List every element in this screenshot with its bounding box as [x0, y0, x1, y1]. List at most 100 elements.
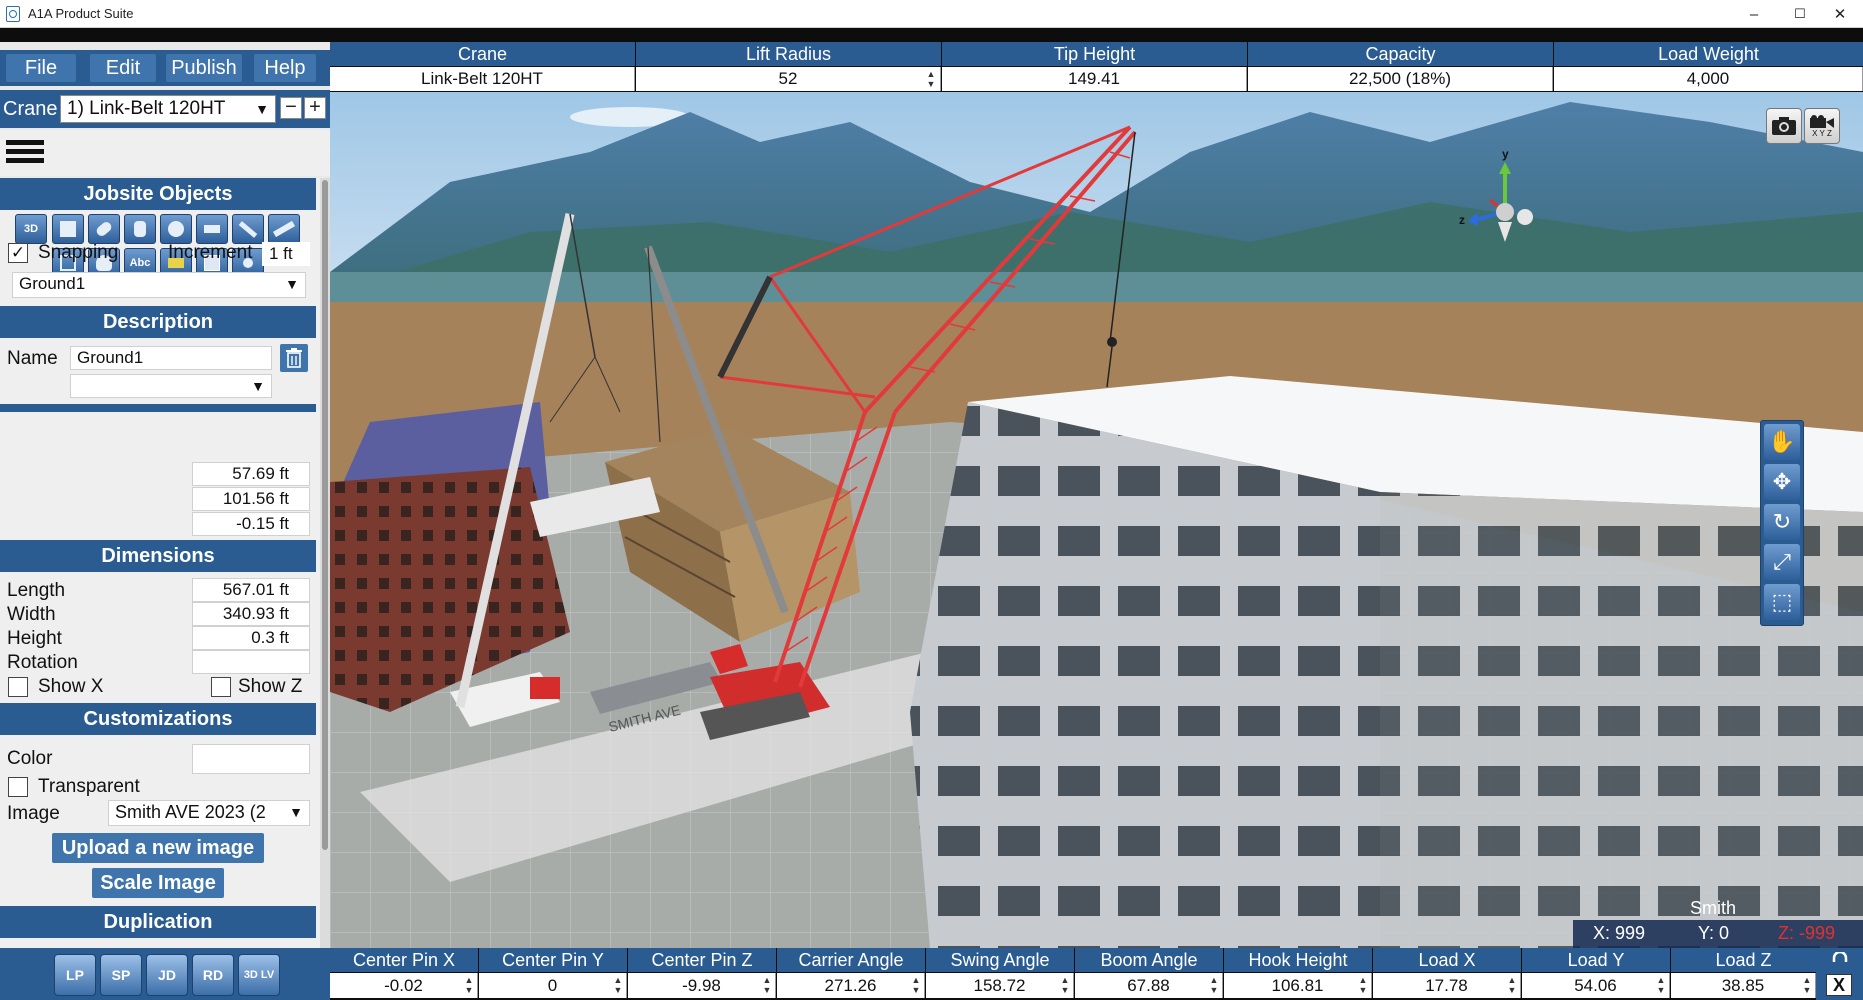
bottom-tools-bar: LP SP JD RD 3D LV [0, 948, 330, 1000]
crane-info-bar: Crane Link-Belt 120HT Lift Radius 52 ▲ ▼ … [330, 42, 1863, 92]
lock-icon [1832, 952, 1848, 962]
customizations-header: Customizations [0, 703, 316, 735]
load-weight-input[interactable]: 4,000 [1554, 67, 1863, 91]
length-field[interactable]: 567.01 ft [192, 578, 310, 602]
crane-position-bar: Center Pin X -0.02 ▲ ▼ Center Pin Y 0 ▲ ▼ Cent… [330, 948, 1816, 1000]
tool-cylinder-horizontal-icon[interactable] [88, 214, 120, 244]
hamburger-menu-icon[interactable] [0, 130, 330, 176]
image-dropdown[interactable]: Smith AVE 2023 (2 ▼ [108, 800, 310, 826]
video-camera-icon[interactable]: X Y Z [1804, 108, 1840, 144]
carrier-angle-header: Carrier Angle [777, 948, 925, 972]
xyz-label: X Y Z [1812, 128, 1832, 138]
load-y-input[interactable]: 54.06 [1522, 973, 1670, 998]
gizmo-y-label: y [1502, 147, 1509, 161]
menu-bar: File Edit Publish Help [0, 50, 330, 86]
lift-radius-input[interactable]: 52 [636, 67, 941, 91]
center-pin-x-stepper[interactable]: ▲ ▼ [462, 975, 476, 995]
lift-radius-stepper[interactable]: ▲ ▼ [924, 69, 938, 89]
app-logo-icon [6, 5, 20, 22]
menu-help[interactable]: Help [254, 54, 316, 82]
load-z-stepper[interactable]: ▲ ▼ [1800, 975, 1814, 995]
properties-panel: Jobsite Objects 3D Abc ✓ Snapping Increm… [0, 178, 320, 948]
tip-height-header: Tip Height [942, 42, 1247, 66]
close-button[interactable]: ✕ [1817, 0, 1863, 28]
scrollbar-thumb[interactable] [322, 180, 328, 850]
menu-file[interactable]: File [6, 54, 76, 82]
capacity-column: Capacity 22,500 (18%) [1248, 42, 1553, 92]
tool-truss-icon[interactable] [268, 214, 300, 244]
center-pin-x-input[interactable]: -0.02 [330, 973, 478, 998]
carrier-angle-input[interactable]: 271.26 [777, 973, 925, 998]
upload-image-button[interactable]: Upload a new image [52, 833, 264, 863]
trash-icon[interactable] [280, 344, 308, 372]
rigging-drawing-button[interactable]: RD [192, 954, 234, 996]
pan-hand-icon[interactable]: ✋ [1764, 424, 1800, 460]
width-field[interactable]: 340.93 ft [192, 602, 310, 626]
name-input[interactable]: Ground1 [70, 346, 272, 370]
zoom-extents-icon[interactable]: ⤢ [1764, 544, 1800, 580]
lift-radius-header: Lift Radius [636, 42, 941, 66]
lock-close-icon: X [1826, 974, 1852, 996]
object-dropdown-value: Ground1 [19, 274, 86, 293]
3d-viewport[interactable]: SMITH AVE y z [330, 92, 1863, 948]
snapping-checkbox[interactable]: ✓ [8, 243, 28, 263]
fit-view-icon[interactable]: ⬚ [1764, 584, 1800, 620]
load-z-input[interactable]: 38.85 [1671, 973, 1816, 998]
job-drawing-button[interactable]: JD [146, 954, 188, 996]
tool-beam-icon[interactable] [232, 214, 264, 244]
lock-button[interactable]: X [1816, 948, 1863, 1000]
swing-angle-input[interactable]: 158.72 [926, 973, 1074, 998]
rotation-label: Rotation [7, 652, 78, 673]
boom-angle-stepper[interactable]: ▲ ▼ [1207, 975, 1221, 995]
move-arrows-icon[interactable]: ✥ [1764, 464, 1800, 500]
scale-image-button[interactable]: Scale Image [92, 868, 224, 898]
height-label: Height [7, 628, 62, 649]
tool-sphere-icon[interactable] [160, 214, 192, 244]
chevron-down-icon: ▼ [285, 276, 299, 292]
position-x-field[interactable]: 57.69 ft [192, 462, 310, 486]
hook-height-input[interactable]: 106.81 [1224, 973, 1372, 998]
center-pin-y-stepper[interactable]: ▲ ▼ [611, 975, 625, 995]
center-pin-z-input[interactable]: -9.98 [628, 973, 776, 998]
load-y-stepper[interactable]: ▲ ▼ [1654, 975, 1668, 995]
add-crane-button[interactable]: + [304, 97, 326, 119]
transparent-checkbox[interactable] [8, 777, 28, 797]
show-x-checkbox[interactable] [8, 677, 28, 697]
menu-edit[interactable]: Edit [90, 54, 156, 82]
transparent-label: Transparent [38, 776, 140, 797]
boom-angle-input[interactable]: 67.88 [1075, 973, 1223, 998]
site-plan-button[interactable]: SP [100, 954, 142, 996]
tool-slab-icon[interactable] [196, 214, 228, 244]
lift-plan-button[interactable]: LP [54, 954, 96, 996]
hook-height-stepper[interactable]: ▲ ▼ [1356, 975, 1370, 995]
position-z-field[interactable]: -0.15 ft [192, 512, 310, 536]
crane-dropdown[interactable]: 1) Link-Belt 120HT ▼ [60, 95, 276, 123]
swing-angle-stepper[interactable]: ▲ ▼ [1058, 975, 1072, 995]
chevron-down-icon: ▼ [255, 101, 269, 117]
center-pin-y-input[interactable]: 0 [479, 973, 627, 998]
minimize-button[interactable]: – [1731, 0, 1777, 28]
position-y-field[interactable]: 101.56 ft [192, 487, 310, 511]
height-field[interactable]: 0.3 ft [192, 626, 310, 650]
tool-3d-model-icon[interactable]: 3D [15, 214, 47, 244]
load-x-input[interactable]: 17.78 [1373, 973, 1521, 998]
tool-cube-icon[interactable] [52, 214, 84, 244]
tip-height-value: 149.41 [942, 67, 1247, 91]
carrier-angle-stepper[interactable]: ▲ ▼ [909, 975, 923, 995]
increment-input[interactable]: 1 ft [262, 242, 310, 266]
tool-cylinder-icon[interactable] [124, 214, 156, 244]
rotate-icon[interactable]: ↻ [1764, 504, 1800, 540]
color-swatch[interactable] [192, 744, 310, 774]
menu-publish[interactable]: Publish [166, 54, 242, 82]
show-z-checkbox[interactable] [211, 677, 231, 697]
object-dropdown[interactable]: Ground1 ▼ [12, 272, 306, 298]
3d-live-view-button[interactable]: 3D LV [238, 954, 280, 996]
description-sub-dropdown[interactable]: ▼ [70, 374, 272, 398]
remove-crane-button[interactable]: − [280, 97, 302, 119]
camera-icon[interactable] [1766, 108, 1802, 144]
center-pin-y-header: Center Pin Y [479, 948, 627, 972]
load-x-stepper[interactable]: ▲ ▼ [1505, 975, 1519, 995]
left-panel-scrollbar[interactable] [320, 178, 330, 948]
rotation-field[interactable] [192, 650, 310, 674]
center-pin-z-stepper[interactable]: ▲ ▼ [760, 975, 774, 995]
